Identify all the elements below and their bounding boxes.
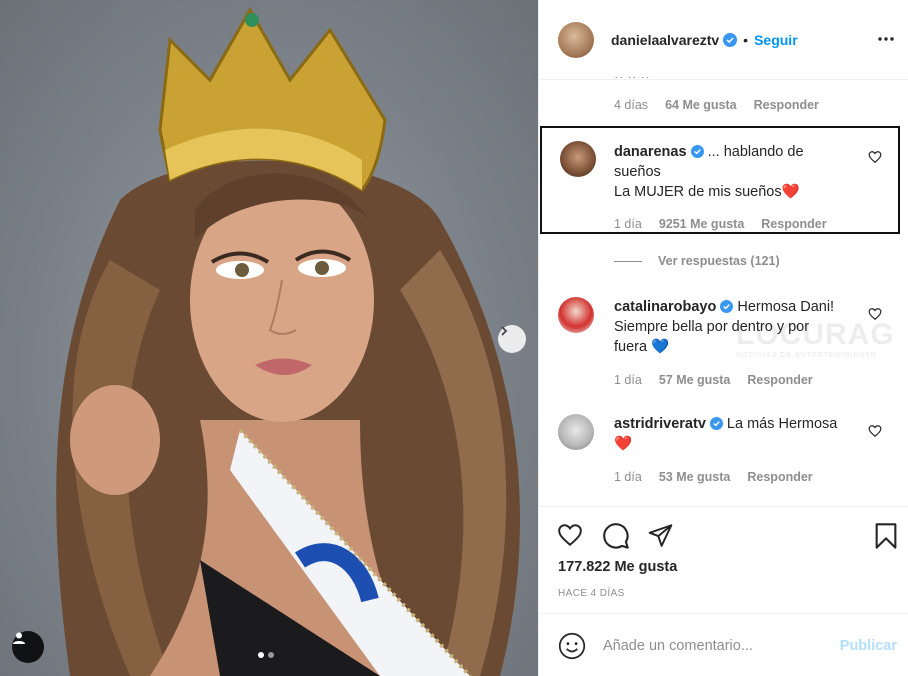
likes-count[interactable]: 177.822 Me gusta xyxy=(558,559,677,575)
verified-badge-icon xyxy=(690,145,704,158)
reply-button[interactable]: Responder xyxy=(754,98,819,112)
comment-likes[interactable]: 9251 Me gusta xyxy=(659,217,744,231)
bookmark-icon[interactable] xyxy=(873,522,899,550)
comment-composer: Publicar xyxy=(539,613,908,676)
reply-button[interactable]: Responder xyxy=(747,373,812,387)
user-icon xyxy=(13,632,25,644)
verified-badge-icon xyxy=(720,300,734,313)
emoji-icon[interactable] xyxy=(558,632,586,660)
post-photo[interactable] xyxy=(0,0,538,676)
commenter-avatar[interactable] xyxy=(558,414,594,450)
comment-meta: 1 día 53 Me gusta Responder xyxy=(614,470,813,484)
reply-button[interactable]: Responder xyxy=(761,217,826,231)
like-comment-icon[interactable] xyxy=(868,307,882,321)
commenter-username[interactable]: catalinarobayo xyxy=(614,299,716,315)
next-photo-button[interactable] xyxy=(498,325,526,353)
commenter-username[interactable]: astridriveratv xyxy=(614,416,706,432)
follow-button[interactable]: Seguir xyxy=(754,32,798,48)
comment-input[interactable] xyxy=(603,634,823,658)
commenter-username[interactable]: danarenas xyxy=(614,144,687,160)
like-comment-icon[interactable] xyxy=(868,424,882,438)
verified-badge-icon xyxy=(709,417,723,430)
post-header: danielaalvareztv • Seguir xyxy=(539,0,908,80)
comment-time: 4 días xyxy=(614,98,649,112)
blue-heart-emoji: 💙 xyxy=(651,339,670,355)
post-time: HACE 4 DÍAS xyxy=(558,588,625,599)
comments-panel: danielaalvareztv • Seguir ‥ ‥ ‥ 4 días 6… xyxy=(538,0,908,676)
carousel-indicator xyxy=(258,652,274,658)
chevron-right-icon xyxy=(501,326,508,336)
comment-text: catalinarobayo Hermosa Dani! Siempre bel… xyxy=(614,299,835,355)
comment-text: danarenas ... hablando de sueños La MUJE… xyxy=(614,144,804,200)
verified-badge-icon xyxy=(723,32,738,47)
pageant-portrait-illustration xyxy=(56,6,520,676)
comment-time: 1 día xyxy=(614,217,642,231)
carousel-dot-active xyxy=(258,652,264,658)
more-options-icon[interactable] xyxy=(877,30,895,48)
comment-likes[interactable]: 64 Me gusta xyxy=(665,98,737,112)
comment-meta: 1 día 57 Me gusta Responder xyxy=(614,373,813,387)
commenter-avatar[interactable] xyxy=(558,297,594,333)
comment-likes[interactable]: 57 Me gusta xyxy=(659,373,731,387)
comment-time: 1 día xyxy=(614,373,642,387)
comment: catalinarobayo Hermosa Dani! Siempre bel… xyxy=(539,297,908,397)
clipped-comment-text: ‥ ‥ ‥ xyxy=(614,70,650,78)
view-replies-button[interactable]: Ver respuestas (121) xyxy=(614,254,780,268)
replies-divider xyxy=(614,260,642,262)
comment: astridriveratv La más Hermosa ❤️ 1 día 5… xyxy=(539,414,908,494)
separator-dot: • xyxy=(743,31,749,48)
share-icon[interactable] xyxy=(647,522,674,548)
heart-emoji: ❤️ xyxy=(614,436,633,452)
previous-comment-meta: 4 días 64 Me gusta Responder xyxy=(614,98,819,112)
tagged-user-button[interactable] xyxy=(12,631,44,663)
reply-button[interactable]: Responder xyxy=(747,470,812,484)
comment-icon[interactable] xyxy=(602,522,630,550)
commenter-avatar[interactable] xyxy=(560,141,596,177)
comment-time: 1 día xyxy=(614,470,642,484)
like-comment-icon[interactable] xyxy=(868,150,882,164)
comment-highlighted: danarenas ... hablando de sueños La MUJE… xyxy=(540,126,900,234)
carousel-dot xyxy=(268,652,274,658)
post-actions xyxy=(539,506,908,562)
heart-icon[interactable] xyxy=(556,522,584,548)
comment-likes[interactable]: 53 Me gusta xyxy=(659,470,731,484)
heart-emoji: ❤️ xyxy=(781,184,800,200)
comment-meta: 1 día 9251 Me gusta Responder xyxy=(614,217,827,231)
author-username[interactable]: danielaalvareztv xyxy=(611,32,719,48)
author-avatar[interactable] xyxy=(558,21,594,58)
publish-button[interactable]: Publicar xyxy=(840,638,897,654)
comment-text: astridriveratv La más Hermosa ❤️ xyxy=(614,416,838,452)
